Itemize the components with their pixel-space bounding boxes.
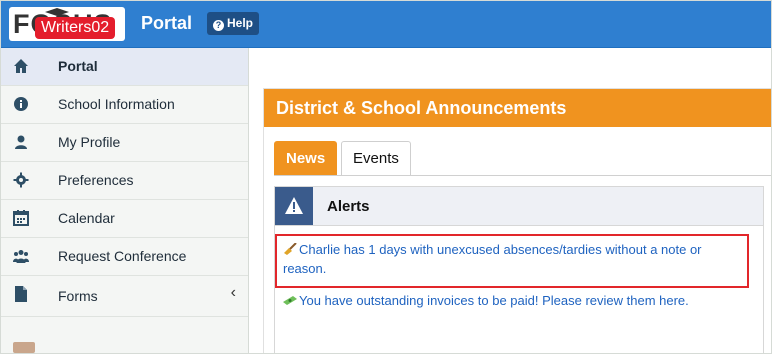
broom-icon xyxy=(284,243,297,255)
portal-title: Portal xyxy=(141,13,193,33)
tab-divider xyxy=(274,175,771,176)
sidebar-item-portal[interactable]: Portal xyxy=(1,48,248,86)
home-icon xyxy=(14,59,28,73)
sidebar-item-label: School Information xyxy=(58,96,175,112)
panel-title: District & School Announcements xyxy=(276,98,567,118)
file-icon xyxy=(15,286,27,302)
help-label: Help xyxy=(227,16,254,30)
sidebar-item-my-profile[interactable]: My Profile xyxy=(1,124,248,162)
focus-logo[interactable]: FOCUS Writers02 xyxy=(9,7,125,41)
sidebar: Portal School Information My Profile Pre… xyxy=(1,48,249,353)
announcements-panel: District & School Announcements News Eve… xyxy=(263,88,771,353)
warning-icon xyxy=(275,187,313,225)
alert-absences-text: Charlie has 1 days with unexcused absenc… xyxy=(283,242,702,276)
alert-invoices-link[interactable]: You have outstanding invoices to be paid… xyxy=(283,291,753,310)
question-icon: ? xyxy=(213,20,224,31)
user-icon xyxy=(15,135,27,149)
sidebar-item-label: Forms xyxy=(58,288,98,304)
avatar[interactable] xyxy=(13,342,35,353)
alert-absences-link[interactable]: Charlie has 1 days with unexcused absenc… xyxy=(283,240,739,278)
alert-invoices-text: You have outstanding invoices to be paid… xyxy=(299,293,689,308)
users-icon xyxy=(13,250,29,263)
sidebar-item-preferences[interactable]: Preferences xyxy=(1,162,248,200)
sidebar-item-calendar[interactable]: Calendar xyxy=(1,200,248,238)
alerts-title: Alerts xyxy=(327,198,370,215)
sidebar-item-label: Calendar xyxy=(58,210,115,226)
calendar-icon xyxy=(13,210,29,226)
sidebar-item-label: Request Conference xyxy=(58,248,187,264)
sidebar-item-label: Preferences xyxy=(58,172,134,188)
sidebar-item-label: Portal xyxy=(58,58,98,74)
tab-events[interactable]: Events xyxy=(341,141,411,175)
sidebar-item-label: My Profile xyxy=(58,134,121,150)
tab-news[interactable]: News xyxy=(274,141,338,175)
sidebar-item-request-conference[interactable]: Request Conference xyxy=(1,238,248,276)
app-frame: FOCUS Writers02 Portal ?Help Portal Scho… xyxy=(0,0,772,354)
help-button[interactable]: ? Help xyxy=(207,12,260,35)
top-bar: FOCUS Writers02 Portal ?Help xyxy=(1,1,771,48)
alerts-header: Alerts xyxy=(275,187,763,226)
gear-icon xyxy=(13,172,29,188)
alert-absences-highlight: Charlie has 1 days with unexcused absenc… xyxy=(275,234,749,288)
chevron-left-icon[interactable]: ‹ xyxy=(231,284,236,302)
sidebar-item-school-information[interactable]: School Information xyxy=(1,86,248,124)
graduation-cap-icon xyxy=(45,8,69,16)
panel-header: District & School Announcements xyxy=(264,89,771,127)
sidebar-item-forms[interactable]: Forms ‹ xyxy=(1,276,248,317)
money-icon xyxy=(283,296,297,305)
username-overlay: Writers02 xyxy=(35,17,116,39)
info-icon xyxy=(14,97,28,111)
main-content: District & School Announcements News Eve… xyxy=(249,48,771,353)
alerts-box: Alerts Charlie has 1 days with unexcused… xyxy=(274,186,764,353)
